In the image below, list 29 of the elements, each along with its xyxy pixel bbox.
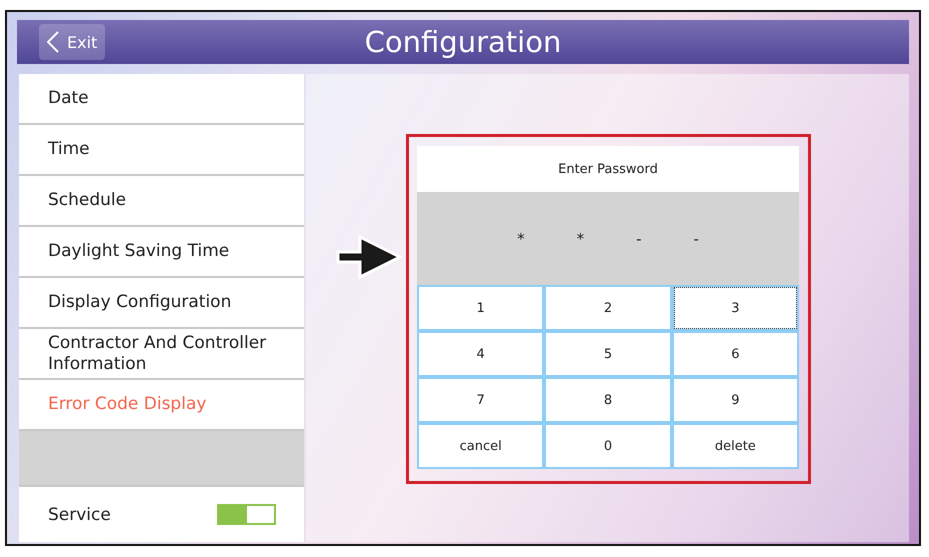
keypad-key[interactable]: 3 <box>672 285 799 331</box>
keypad-key[interactable]: 1 <box>417 285 544 331</box>
password-digit: - <box>694 230 699 248</box>
keypad-key[interactable]: 2 <box>544 285 672 331</box>
keypad-key[interactable]: delete <box>672 423 799 469</box>
menu-item[interactable]: Display Configuration <box>19 278 304 329</box>
menu-item[interactable]: Schedule <box>19 176 304 227</box>
exit-button[interactable]: Exit <box>39 24 106 60</box>
service-toggle[interactable] <box>217 504 276 525</box>
keypad-key[interactable]: cancel <box>417 423 544 469</box>
password-digit: * <box>517 230 525 248</box>
arrow-icon <box>336 234 402 280</box>
chevron-left-icon <box>47 31 59 53</box>
keypad-key[interactable]: 4 <box>417 331 544 377</box>
keypad-key[interactable]: 8 <box>544 377 672 423</box>
keypad-key[interactable]: 7 <box>417 377 544 423</box>
password-digit: - <box>636 230 642 248</box>
dialog-title: Enter Password <box>417 146 799 192</box>
service-label: Service <box>48 504 111 524</box>
screen-title: Configuration <box>364 25 562 59</box>
keypad-key[interactable]: 5 <box>544 331 672 377</box>
menu-item[interactable]: Time <box>19 125 304 176</box>
menu-item[interactable]: Contractor And Controller Information <box>19 329 304 380</box>
password-digit: * <box>576 230 584 248</box>
menu-item[interactable]: Daylight Saving Time <box>19 227 304 278</box>
keypad-key[interactable]: 9 <box>672 377 799 423</box>
keypad-key[interactable]: 0 <box>544 423 672 469</box>
keypad-key[interactable]: 6 <box>672 331 799 377</box>
menu-item[interactable]: Date <box>19 74 304 125</box>
